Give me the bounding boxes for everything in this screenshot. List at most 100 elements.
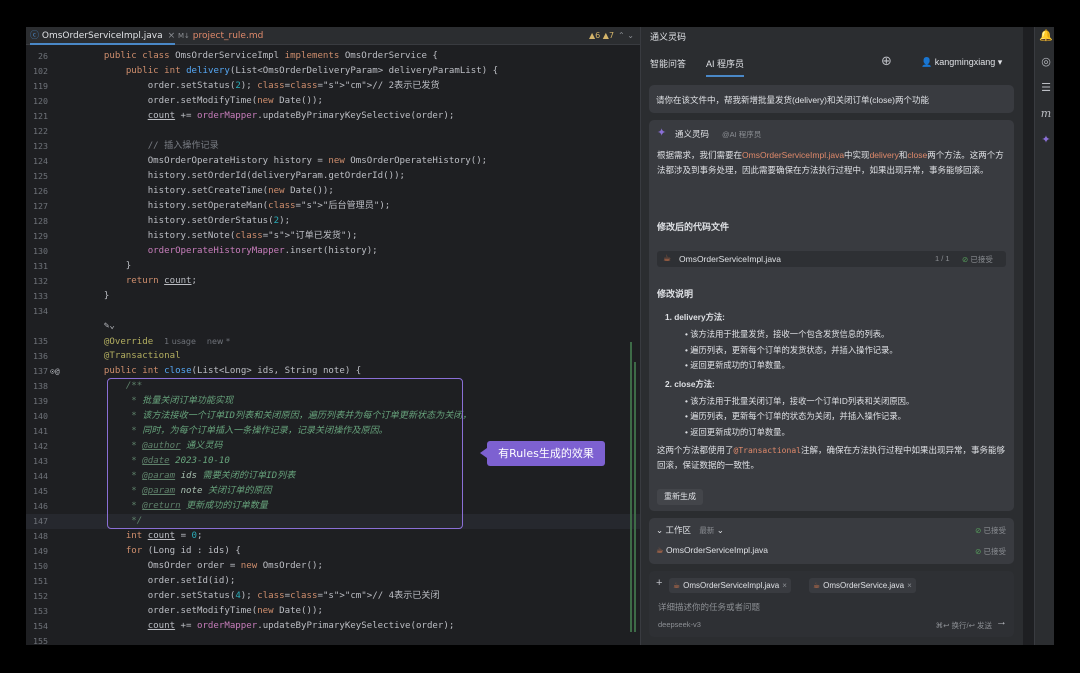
code-line[interactable]: 134 [26, 304, 640, 319]
line-number[interactable]: 131 [26, 259, 48, 274]
user-menu[interactable]: 👤 kangmingxiang ▾ [921, 57, 1002, 68]
line-number[interactable]: 152 [26, 589, 48, 604]
line-number[interactable]: 123 [26, 139, 48, 154]
line-number[interactable]: 138 [26, 379, 48, 394]
line-code[interactable]: for (Long id : ids) { [82, 544, 241, 559]
code-line[interactable]: 128 history.setOrderStatus(2); [26, 214, 640, 229]
nav-arrows[interactable]: ⌃ ⌄ [618, 31, 634, 40]
line-number[interactable]: 129 [26, 229, 48, 244]
maven-icon[interactable]: m [1039, 107, 1053, 120]
code-line[interactable]: 151 order.setId(id); [26, 574, 640, 589]
line-number[interactable]: 127 [26, 199, 48, 214]
line-number[interactable]: 144 [26, 469, 48, 484]
line-code[interactable]: int count = 0; [82, 529, 203, 544]
line-number[interactable]: 146 [26, 499, 48, 514]
line-number[interactable]: 154 [26, 619, 48, 634]
code-line[interactable]: 137 public int close(List<Long> ids, Str… [26, 364, 640, 379]
database-icon[interactable]: ☰ [1039, 81, 1053, 94]
tab-oms-order-service-impl[interactable]: ⓒ OmsOrderServiceImpl.java × [30, 27, 176, 45]
line-number[interactable]: 142 [26, 439, 48, 454]
line-number[interactable]: 150 [26, 559, 48, 574]
code-line[interactable]: 148 int count = 0; [26, 529, 640, 544]
line-code[interactable]: count += orderMapper.updateByPrimaryKeyS… [82, 109, 455, 124]
line-number[interactable]: 134 [26, 304, 48, 319]
code-line[interactable]: 152 order.setStatus(4); class=class="s">… [26, 589, 640, 604]
code-line[interactable]: 129 history.setNote(class="s">"订单已发货"); [26, 229, 640, 244]
tab-project-rule[interactable]: M↓ project_rule.md [178, 27, 263, 45]
line-number[interactable]: 149 [26, 544, 48, 559]
line-code[interactable]: history.setOrderId(deliveryParam.getOrde… [82, 169, 405, 184]
code-line[interactable]: 120 order.setModifyTime(new Date()); [26, 94, 640, 109]
line-code[interactable]: orderOperateHistoryMapper.insert(history… [82, 244, 378, 259]
code-line[interactable]: 119 order.setStatus(2); class=class="s">… [26, 79, 640, 94]
line-number[interactable]: 119 [26, 79, 48, 94]
line-number[interactable]: 122 [26, 124, 48, 139]
line-number[interactable]: 145 [26, 484, 48, 499]
line-number[interactable]: 124 [26, 154, 48, 169]
line-code[interactable]: @Override 1 usage new * [82, 334, 230, 350]
code-line[interactable]: 131 } [26, 259, 640, 274]
send-icon[interactable]: → [996, 616, 1007, 628]
code-line[interactable]: 150 OmsOrder order = new OmsOrder(); [26, 559, 640, 574]
line-code[interactable]: order.setModifyTime(new Date()); [82, 604, 323, 619]
line-number[interactable]: 140 [26, 409, 48, 424]
line-code[interactable]: public int delivery(List<OmsOrderDeliver… [82, 64, 498, 79]
line-code[interactable]: history.setCreateTime(new Date()); [82, 184, 334, 199]
inspection-warnings[interactable]: ▲6 ▲7 ⌃ ⌄ [589, 27, 634, 45]
line-number[interactable]: 26 [26, 49, 48, 64]
line-code[interactable]: // 插入操作记录 [82, 139, 219, 154]
line-code[interactable]: ✎⌄ [82, 319, 115, 334]
ai-spiral-icon[interactable]: ◎ [1039, 55, 1053, 68]
line-number[interactable]: 148 [26, 529, 48, 544]
add-context-icon[interactable]: + [656, 577, 662, 589]
line-code[interactable]: OmsOrderOperateHistory history = new Oms… [82, 154, 487, 169]
line-number[interactable]: 137 [26, 364, 48, 379]
line-number[interactable]: 151 [26, 574, 48, 589]
code-line[interactable]: 135 @Override 1 usage new * [26, 334, 640, 349]
line-code[interactable]: history.setOrderStatus(2); [82, 214, 290, 229]
workspace-file[interactable]: ☕ OmsOrderServiceImpl.java [656, 545, 768, 556]
line-code[interactable]: public int close(List<Long> ids, String … [82, 364, 361, 379]
line-number[interactable]: 153 [26, 604, 48, 619]
line-number[interactable]: 132 [26, 274, 48, 289]
code-line[interactable]: 126 history.setCreateTime(new Date()); [26, 184, 640, 199]
code-line[interactable]: 121 count += orderMapper.updateByPrimary… [26, 109, 640, 124]
line-code[interactable]: } [82, 259, 131, 274]
model-selector[interactable]: deepseek-v3 [658, 620, 701, 629]
override-gutter-icon[interactable]: ⊙@ [50, 364, 60, 379]
code-line[interactable]: 130 orderOperateHistoryMapper.insert(his… [26, 244, 640, 259]
line-number[interactable]: 128 [26, 214, 48, 229]
code-line[interactable]: 149 for (Long id : ids) { [26, 544, 640, 559]
line-code[interactable]: order.setStatus(2); class=class="s">"cm"… [82, 79, 440, 94]
tongyi-tool-icon[interactable]: ✦ [1039, 133, 1053, 146]
line-number[interactable]: 121 [26, 109, 48, 124]
code-editor[interactable]: ⓒ OmsOrderServiceImpl.java × M↓ project_r… [26, 27, 640, 646]
notifications-icon[interactable]: 🔔 [1039, 29, 1053, 42]
line-number[interactable]: 141 [26, 424, 48, 439]
modified-file-row[interactable]: ☕ OmsOrderServiceImpl.java 1 / 1 ⊘ 已接受 [657, 251, 1006, 267]
line-code[interactable]: order.setId(id); [82, 574, 236, 589]
line-number[interactable]: 133 [26, 289, 48, 304]
line-code[interactable]: OmsOrder order = new OmsOrder(); [82, 559, 323, 574]
line-code[interactable]: return count; [82, 274, 197, 289]
line-code[interactable]: count += orderMapper.updateByPrimaryKeyS… [82, 619, 455, 634]
line-code[interactable]: history.setOperateMan(class="s">"后台管理员")… [82, 199, 391, 214]
code-line[interactable]: 123 // 插入操作记录 [26, 139, 640, 154]
code-line[interactable]: 125 history.setOrderId(deliveryParam.get… [26, 169, 640, 184]
line-number[interactable]: 136 [26, 349, 48, 364]
code-line[interactable]: 102 public int delivery(List<OmsOrderDel… [26, 64, 640, 79]
line-code[interactable]: } [82, 289, 109, 304]
code-line[interactable]: 136 @Transactional [26, 349, 640, 364]
code-line[interactable]: 127 history.setOperateMan(class="s">"后台管… [26, 199, 640, 214]
line-number[interactable]: 155 [26, 634, 48, 649]
line-number[interactable]: 130 [26, 244, 48, 259]
regenerate-button[interactable]: 重新生成 [657, 489, 703, 505]
tab-smart-qa[interactable]: 智能问答 [650, 57, 686, 70]
line-number[interactable]: 126 [26, 184, 48, 199]
line-number[interactable]: 143 [26, 454, 48, 469]
code-line[interactable]: 132 return count; [26, 274, 640, 289]
line-code[interactable]: @Transactional [82, 349, 181, 364]
code-line[interactable]: ✎⌄ [26, 319, 640, 334]
line-code[interactable]: public class OmsOrderServiceImpl impleme… [82, 49, 438, 64]
code-line[interactable]: 122 [26, 124, 640, 139]
